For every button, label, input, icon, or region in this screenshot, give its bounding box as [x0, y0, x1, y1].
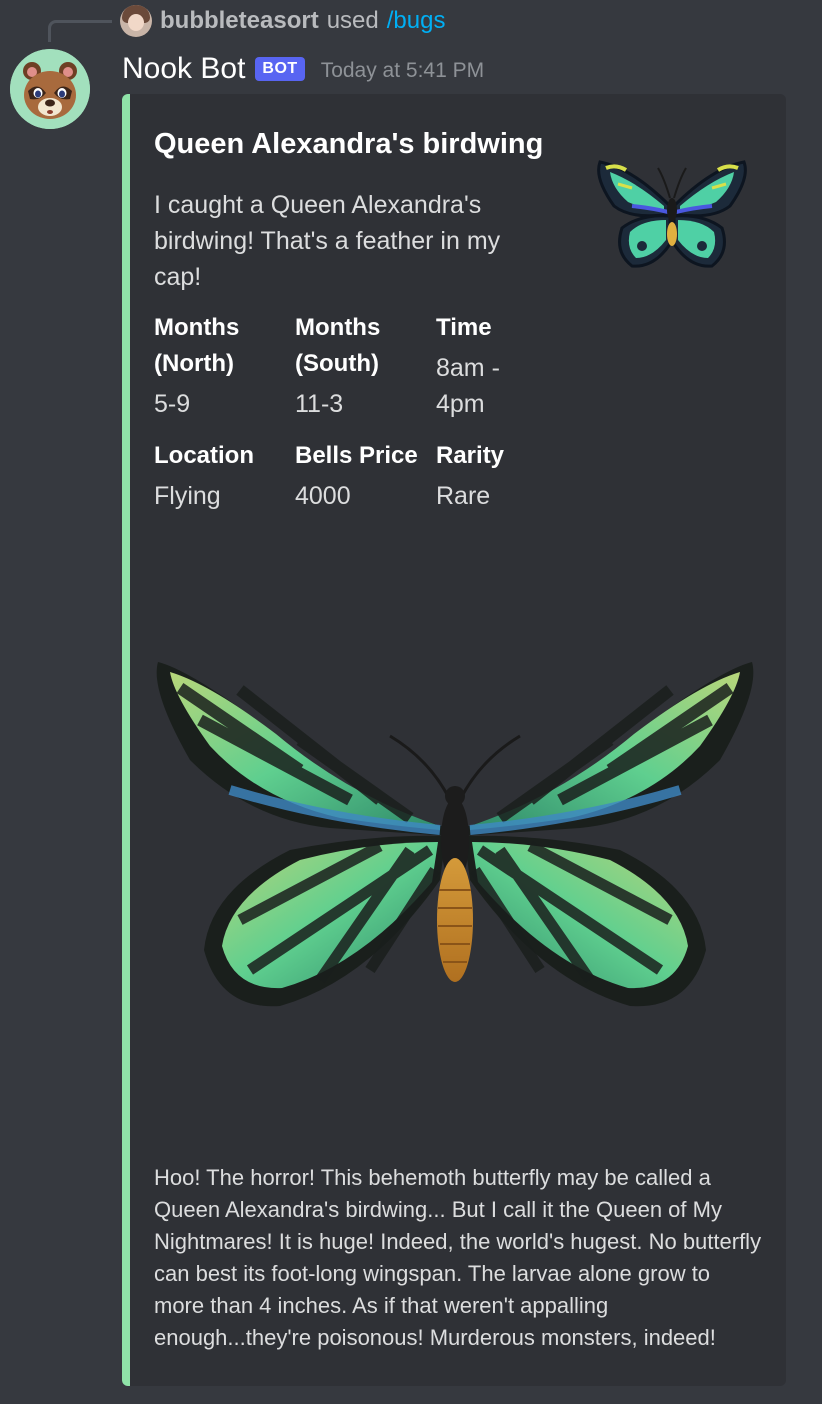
- chat-message: bubbleteasort used /bugs Nook Bot BOT To…: [0, 0, 822, 1404]
- bot-username[interactable]: Nook Bot: [122, 52, 245, 86]
- field-value: Rare: [436, 482, 491, 510]
- embed-accent-bar: [122, 94, 130, 1386]
- field-months-north: Months (North) 5-9: [154, 310, 294, 422]
- message-header: Nook Bot BOT Today at 5:41 PM: [122, 48, 484, 90]
- replied-username[interactable]: bubbleteasort: [160, 7, 319, 35]
- field-name: Bells Price: [295, 442, 418, 469]
- field-name: Time: [436, 314, 492, 341]
- field-value: 11-3: [295, 390, 344, 418]
- field-value: 8am - 4pm: [436, 354, 500, 418]
- bot-avatar[interactable]: [10, 49, 90, 129]
- embed-card: Queen Alexandra's birdwing I caught a Qu…: [122, 94, 786, 1386]
- butterfly-thumbnail-icon[interactable]: [592, 148, 752, 278]
- butterfly-image[interactable]: [150, 650, 760, 1020]
- field-location: Location Flying: [154, 438, 294, 514]
- field-value: 5-9: [154, 390, 191, 418]
- tom-nook-avatar-icon: [10, 49, 90, 129]
- reply-used-label: used: [326, 7, 379, 34]
- slash-command[interactable]: /bugs: [387, 7, 446, 35]
- field-rarity: Rarity Rare: [436, 438, 576, 514]
- field-bells-price: Bells Price 4000: [295, 438, 435, 514]
- field-months-south: Months (South) 11-3: [295, 310, 435, 422]
- field-time: Time 8am - 4pm: [436, 310, 526, 422]
- replied-user-avatar[interactable]: [120, 5, 152, 37]
- reply-context[interactable]: bubbleteasort used /bugs: [120, 4, 445, 38]
- bot-badge: BOT: [255, 57, 305, 81]
- field-value: 4000: [295, 482, 351, 510]
- field-value: Flying: [154, 482, 221, 510]
- embed-description: I caught a Queen Alexandra's birdwing! T…: [154, 191, 501, 291]
- reply-connector: [48, 20, 112, 42]
- field-name: Rarity: [436, 442, 505, 469]
- field-name: Months (North): [154, 314, 240, 377]
- field-name: Months (South): [295, 314, 381, 377]
- embed-title: Queen Alexandra's birdwing: [154, 128, 544, 160]
- message-timestamp[interactable]: Today at 5:41 PM: [321, 59, 484, 83]
- embed-flavor-text: Hoo! The horror! This behemoth butterfly…: [154, 1165, 762, 1350]
- field-name: Location: [154, 442, 254, 469]
